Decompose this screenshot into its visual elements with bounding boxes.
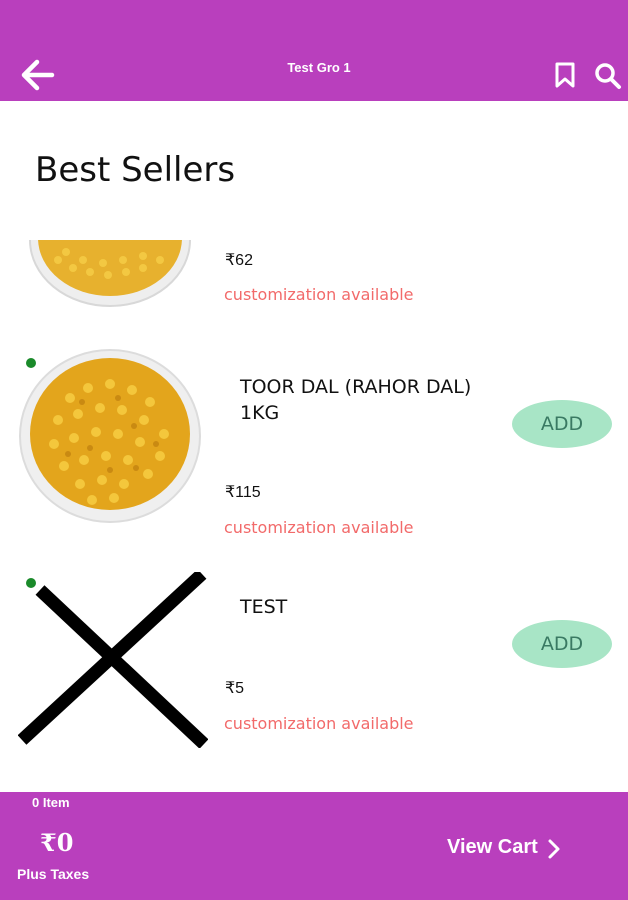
cart-total: ₹0 (40, 828, 74, 857)
cart-bar: 0 Item ₹0 Plus Taxes View Cart (0, 792, 628, 900)
bookmark-icon[interactable] (554, 62, 576, 88)
customization-note: customization available (224, 714, 414, 733)
broken-image-placeholder-icon (18, 572, 208, 748)
view-cart-button[interactable]: View Cart (447, 836, 538, 859)
product-name: TEST (240, 596, 288, 618)
top-app-bar: Test Gro 1 (0, 0, 628, 101)
add-to-cart-button[interactable]: ADD (512, 400, 612, 448)
taxes-note: Plus Taxes (17, 866, 90, 882)
list-item[interactable]: ₹62 customization available (0, 240, 628, 330)
product-price: ₹5 (225, 680, 245, 697)
list-item[interactable]: TOOR DAL (RAHOR DAL) 1KG ADD ₹115 custom… (0, 348, 628, 548)
add-to-cart-button[interactable]: ADD (512, 620, 612, 668)
product-name: TOOR DAL (RAHOR DAL) 1KG (240, 376, 472, 424)
section-heading: Best Sellers (35, 150, 236, 190)
customization-note: customization available (224, 518, 414, 537)
customization-note: customization available (224, 285, 414, 304)
product-image (19, 349, 201, 523)
product-price: ₹62 (225, 252, 253, 269)
product-image (29, 240, 191, 307)
chevron-right-icon[interactable] (546, 838, 562, 860)
product-price: ₹115 (225, 484, 261, 501)
cart-item-count: 0 Item (32, 795, 70, 810)
list-item[interactable]: TEST ADD ₹5 customization available (0, 572, 628, 772)
store-title: Test Gro 1 (287, 60, 351, 75)
product-list[interactable]: ₹62 customization available TOOR DAL (RA… (0, 240, 628, 792)
search-icon[interactable] (594, 62, 622, 90)
